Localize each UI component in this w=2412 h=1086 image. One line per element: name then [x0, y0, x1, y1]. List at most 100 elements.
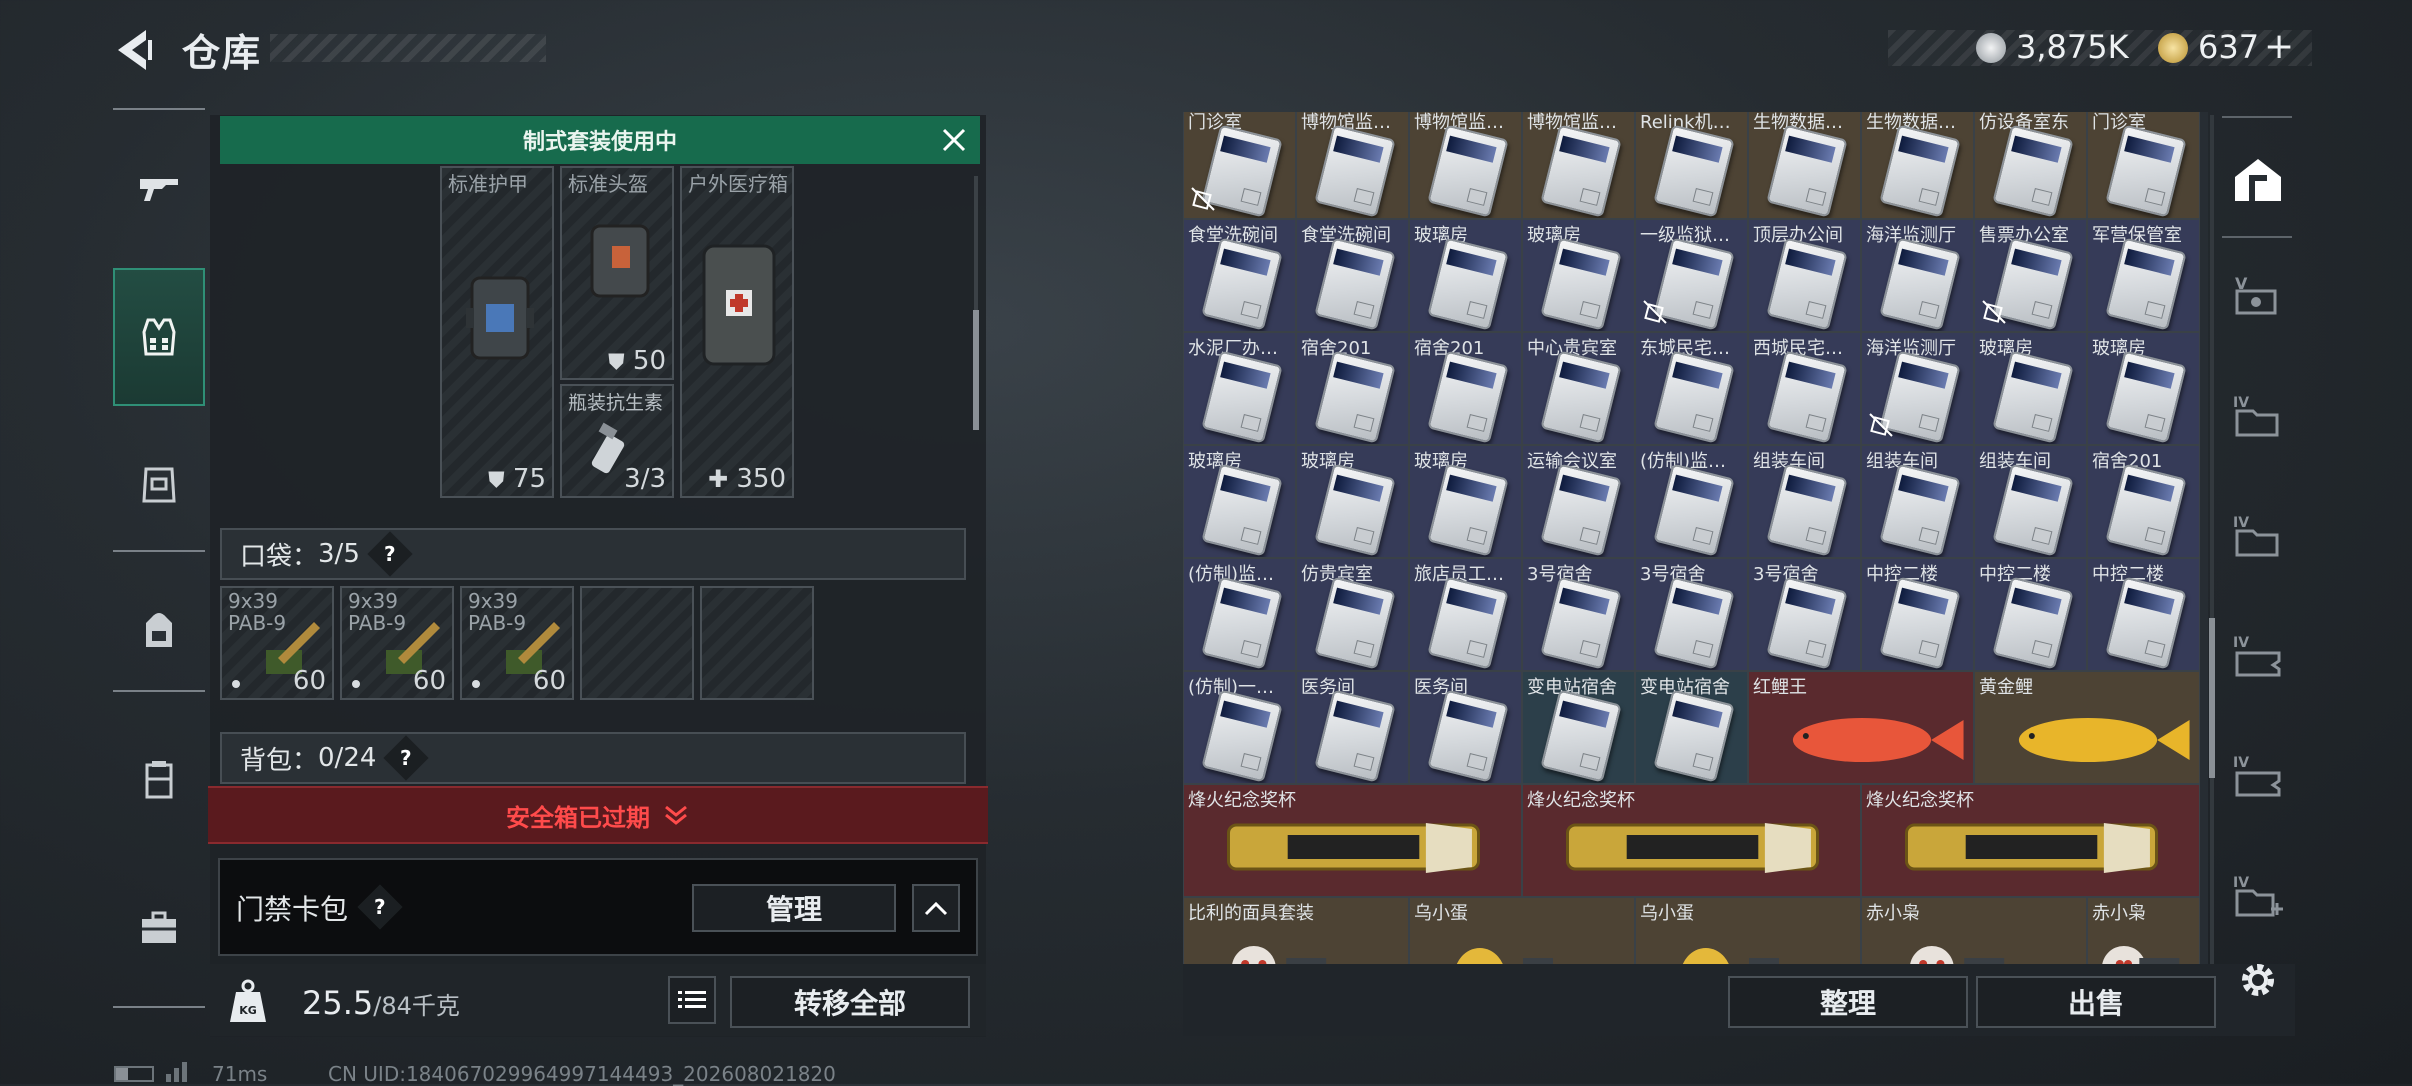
nav-container[interactable] [113, 740, 205, 820]
stash-item[interactable]: 烽火纪念奖杯 [1183, 784, 1522, 897]
stash-item[interactable]: 赤小枭 [1861, 897, 2087, 964]
stash-item[interactable]: 3号宿舍 [1522, 558, 1635, 671]
settings-button[interactable] [2218, 940, 2298, 1020]
svg-text:IV: IV [2233, 515, 2249, 531]
sell-button[interactable]: 出售 [1976, 976, 2216, 1028]
list-view-button[interactable] [668, 976, 716, 1024]
help-icon[interactable]: ? [383, 735, 430, 781]
stash-item[interactable]: 玻璃房 [1296, 445, 1409, 558]
stash-item[interactable]: 售票办公室 [1974, 219, 2087, 332]
stash-item[interactable]: 医务间 [1296, 671, 1409, 784]
expand-keycard-button[interactable] [912, 884, 960, 932]
stash-item[interactable]: 水泥厂办… [1183, 332, 1296, 445]
stash-item[interactable]: 中控二楼 [2087, 558, 2200, 671]
pocket-slot[interactable]: 9x39 PAB-9 60 [220, 586, 334, 700]
nav-chest-rig[interactable] [113, 444, 205, 524]
gold-add-button[interactable]: + [2264, 26, 2294, 67]
stash-item[interactable]: 玻璃房 [1183, 445, 1296, 558]
tab-iv-2[interactable]: IV [2218, 496, 2298, 576]
stash-item[interactable]: 组装车间 [1748, 445, 1861, 558]
stash-item[interactable]: 烽火纪念奖杯 [1861, 784, 2200, 897]
stash-item[interactable]: 旅店员工… [1409, 558, 1522, 671]
medkit-slot[interactable]: 户外医疗箱 ✚ 350 [680, 166, 794, 498]
transfer-all-button[interactable]: 转移全部 [730, 976, 970, 1028]
stash-item[interactable]: 玻璃房 [1974, 332, 2087, 445]
stash-item[interactable]: 中心贵宾室 [1522, 332, 1635, 445]
stash-item[interactable]: (仿制)监… [1635, 445, 1748, 558]
no-card-icon [1191, 187, 1215, 211]
nav-backpack[interactable] [113, 590, 205, 670]
stash-item[interactable]: 顶层办公间 [1748, 219, 1861, 332]
stash-item[interactable]: 玻璃房 [1522, 219, 1635, 332]
stash-item[interactable]: 宿舍201 [1409, 332, 1522, 445]
helmet-slot[interactable]: 标准头盔 ⛊ 50 [560, 166, 674, 380]
pocket-slot-empty[interactable] [700, 586, 814, 700]
stash-item[interactable]: 生物数据… [1861, 112, 1974, 219]
stash-item[interactable]: 玻璃房 [1409, 445, 1522, 558]
tab-v[interactable]: V [2218, 256, 2298, 336]
stash-item[interactable]: Relink机… [1635, 112, 1748, 219]
stash-item[interactable]: 食堂洗碗间 [1296, 219, 1409, 332]
stash-item[interactable]: 比利的面具套装 [1183, 897, 1409, 964]
consumable-slot[interactable]: 瓶装抗生素 3/3 [560, 384, 674, 498]
stash-item[interactable]: 变电站宿舍 [1522, 671, 1635, 784]
stash-item[interactable]: 军营保管室 [2087, 219, 2200, 332]
stash-item[interactable]: 宿舍201 [1296, 332, 1409, 445]
stash-item[interactable]: 博物馆监… [1522, 112, 1635, 219]
pocket-slot[interactable]: 9x39 PAB-9 60 [340, 586, 454, 700]
stash-item[interactable]: 玻璃房 [2087, 332, 2200, 445]
stash-item[interactable]: 红鲤王 [1748, 671, 1974, 784]
armor-slot[interactable]: 标准护甲 ⛊ 75 [440, 166, 554, 498]
stash-item[interactable]: 中控二楼 [1861, 558, 1974, 671]
stash-item[interactable]: 烽火纪念奖杯 [1522, 784, 1861, 897]
pocket-slot[interactable]: 9x39 PAB-9 60 [460, 586, 574, 700]
stash-item[interactable]: 食堂洗碗间 [1183, 219, 1296, 332]
stash-item[interactable]: 乌小蛋 [1409, 897, 1635, 964]
nav-weapons[interactable] [113, 150, 205, 230]
tab-iv-add[interactable]: IV [2218, 856, 2298, 936]
stash-item[interactable]: 东城民宅… [1635, 332, 1748, 445]
stash-item[interactable]: 组装车间 [1974, 445, 2087, 558]
stash-item[interactable]: 宿舍201 [2087, 445, 2200, 558]
equip-scroll-thumb[interactable] [973, 310, 979, 430]
stash-item[interactable]: 仿设备室东 [1974, 112, 2087, 219]
nav-gear[interactable] [113, 268, 205, 406]
stash-item[interactable]: 门诊室 [2087, 112, 2200, 219]
stash-item[interactable]: 一级监狱… [1635, 219, 1748, 332]
stash-item[interactable]: 运输会议室 [1522, 445, 1635, 558]
back-button[interactable] [112, 26, 156, 74]
stash-item[interactable]: 医务间 [1409, 671, 1522, 784]
stash-item[interactable]: 生物数据… [1748, 112, 1861, 219]
stash-item[interactable]: 海洋监测厅 [1861, 332, 1974, 445]
stash-item[interactable]: 西城民宅… [1748, 332, 1861, 445]
stash-item[interactable]: 3号宿舍 [1635, 558, 1748, 671]
stash-item[interactable]: 组装车间 [1861, 445, 1974, 558]
help-icon[interactable]: ? [367, 531, 413, 577]
tab-iv-1[interactable]: IV [2218, 376, 2298, 456]
stash-item[interactable]: 赤小枭 [2087, 897, 2200, 964]
close-banner-button[interactable] [934, 122, 974, 158]
stash-item[interactable]: 海洋监测厅 [1861, 219, 1974, 332]
stash-item[interactable]: 门诊室 [1183, 112, 1296, 219]
tab-stash-home[interactable] [2218, 140, 2298, 220]
stash-item[interactable]: (仿制)一… [1183, 671, 1296, 784]
tab-iv-4[interactable]: IV [2218, 736, 2298, 816]
stash-item[interactable]: 3号宿舍 [1748, 558, 1861, 671]
stash-item[interactable]: 仿贵宾室 [1296, 558, 1409, 671]
tab-iv-3[interactable]: IV [2218, 616, 2298, 696]
stash-item[interactable]: 博物馆监… [1296, 112, 1409, 219]
safebox-expired-bar[interactable]: 安全箱已过期 [208, 786, 988, 844]
stash-item[interactable]: 乌小蛋 [1635, 897, 1861, 964]
keycard-manage-button[interactable]: 管理 [692, 884, 896, 932]
stash-item[interactable]: 中控二楼 [1974, 558, 2087, 671]
pocket-slot-empty[interactable] [580, 586, 694, 700]
keycard-icon [1201, 689, 1283, 783]
stash-item[interactable]: (仿制)监… [1183, 558, 1296, 671]
nav-case[interactable] [113, 888, 205, 968]
sort-button[interactable]: 整理 [1728, 976, 1968, 1028]
stash-item[interactable]: 黄金鲤 [1974, 671, 2200, 784]
stash-scroll-thumb[interactable] [2209, 618, 2215, 778]
stash-item[interactable]: 变电站宿舍 [1635, 671, 1748, 784]
stash-item[interactable]: 玻璃房 [1409, 219, 1522, 332]
stash-item[interactable]: 博物馆监… [1409, 112, 1522, 219]
